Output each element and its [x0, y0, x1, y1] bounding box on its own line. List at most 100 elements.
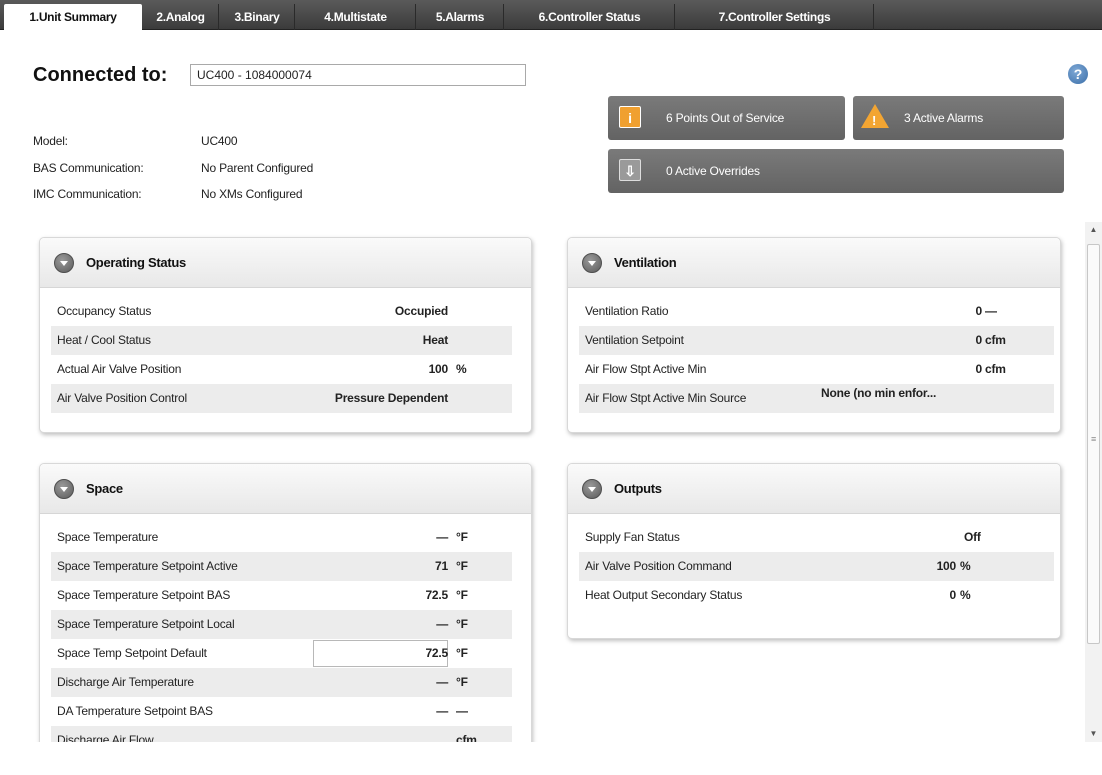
panel-row: Space Temp Setpoint Default 72.5 °F [51, 639, 512, 668]
row-label: Space Temperature Setpoint Active [57, 559, 238, 573]
tab-analog[interactable]: 2.Analog [143, 4, 219, 30]
row-value: 0 [975, 333, 983, 347]
panel-row: Space Temperature Setpoint Active 71 °F [51, 552, 512, 581]
tab-bar: 1.Unit Summary 2.Analog 3.Binary 4.Multi… [0, 0, 1102, 30]
row-value: Off [964, 530, 981, 544]
outputs-panel: Outputs Supply Fan Status Off Air Valve … [567, 463, 1061, 639]
active-overrides-button[interactable]: ⇩ 0 Active Overrides [608, 149, 1064, 193]
tab-controller-settings[interactable]: 7.Controller Settings [676, 4, 874, 30]
panel-row: Heat Output Secondary Status 0 % [579, 581, 1054, 610]
panel-row: Occupancy Status Occupied [51, 297, 512, 326]
active-alarms-button[interactable]: ! 3 Active Alarms [853, 96, 1064, 140]
panel-row: Air Valve Position Control Pressure Depe… [51, 384, 512, 413]
row-value: Pressure Dependent [334, 391, 448, 405]
row-label: Actual Air Valve Position [57, 362, 182, 376]
operating-status-title: Operating Status [86, 255, 186, 270]
vertical-scrollbar[interactable]: ▲ ≡ ▼ [1085, 222, 1102, 742]
model-value: UC400 [201, 134, 238, 148]
row-label: Air Valve Position Control [57, 391, 187, 405]
row-unit: cfm [985, 333, 1006, 347]
space-title: Space [86, 481, 123, 496]
row-unit: % [960, 559, 971, 573]
tab-controller-status[interactable]: 6.Controller Status [505, 4, 675, 30]
row-label: Air Valve Position Command [585, 559, 732, 573]
scroll-up-arrow-icon[interactable]: ▲ [1085, 222, 1102, 238]
info-icon: i [619, 106, 641, 128]
outputs-title: Outputs [614, 481, 662, 496]
bas-communication-label: BAS Communication: [33, 161, 144, 175]
row-label: Space Temperature Setpoint Local [57, 617, 235, 631]
scrollbar-thumb[interactable]: ≡ [1087, 244, 1100, 644]
ventilation-title: Ventilation [614, 255, 677, 270]
row-value: 0 [975, 362, 983, 376]
panel-row: Space Temperature — °F [51, 523, 512, 552]
row-value: Occupied [394, 304, 448, 318]
row-value: Heat [422, 333, 448, 347]
row-unit: °F [456, 675, 468, 689]
space-header[interactable]: Space [40, 464, 531, 514]
row-unit: % [456, 362, 467, 376]
row-value: — [436, 704, 448, 718]
tab-binary[interactable]: 3.Binary [220, 4, 295, 30]
panel-row: DA Temperature Setpoint BAS — — [51, 697, 512, 726]
points-out-of-service-button[interactable]: i 6 Points Out of Service [608, 96, 845, 140]
panel-row: Air Flow Stpt Active Min Source None (no… [579, 384, 1054, 413]
scroll-down-arrow-icon[interactable]: ▼ [1085, 726, 1102, 742]
operating-status-panel: Operating Status Occupancy Status Occupi… [39, 237, 532, 433]
collapse-icon[interactable] [54, 253, 74, 273]
row-value: 100 [936, 559, 957, 573]
connected-to-label: Connected to: [33, 64, 168, 86]
grip-icon: ≡ [1091, 434, 1097, 444]
outputs-header[interactable]: Outputs [568, 464, 1060, 514]
row-value: 72.5 [425, 646, 448, 660]
row-unit: — [985, 304, 997, 318]
panel-row: Actual Air Valve Position 100 % [51, 355, 512, 384]
row-value: — [436, 530, 448, 544]
row-value: 0 [949, 588, 957, 602]
row-value: 0 [975, 304, 983, 318]
panel-row: Space Temperature Setpoint BAS 72.5 °F [51, 581, 512, 610]
collapse-icon[interactable] [54, 479, 74, 499]
panel-row: Heat / Cool Status Heat [51, 326, 512, 355]
row-label: Air Flow Stpt Active Min Source [585, 391, 747, 405]
connected-to-field[interactable] [190, 64, 526, 86]
row-unit: cfm [985, 362, 1006, 376]
panel-row: Air Flow Stpt Active Min 0 cfm [579, 355, 1054, 384]
row-label: Space Temp Setpoint Default [57, 646, 207, 660]
row-label: Space Temperature Setpoint BAS [57, 588, 231, 602]
panels-scroll-area[interactable]: Operating Status Occupancy Status Occupi… [0, 222, 1085, 742]
row-unit: °F [456, 646, 468, 660]
row-label: Air Flow Stpt Active Min [585, 362, 707, 376]
panel-row: Ventilation Setpoint 0 cfm [579, 326, 1054, 355]
ventilation-header[interactable]: Ventilation [568, 238, 1060, 288]
help-icon[interactable]: ? [1068, 64, 1088, 84]
panel-row: Discharge Air Flow cfm [51, 726, 512, 742]
row-value: — [436, 617, 448, 631]
row-unit: — [456, 704, 468, 718]
tab-unit-summary[interactable]: 1.Unit Summary [4, 4, 142, 30]
operating-status-header[interactable]: Operating Status [40, 238, 531, 288]
panel-row: Space Temperature Setpoint Local — °F [51, 610, 512, 639]
row-value: 100 [428, 362, 449, 376]
model-label: Model: [33, 134, 68, 148]
row-value: — [436, 675, 448, 689]
active-overrides-label: 0 Active Overrides [666, 164, 760, 178]
row-unit: °F [456, 588, 468, 602]
row-value: 71 [435, 559, 448, 573]
collapse-icon[interactable] [582, 253, 602, 273]
active-alarms-label: 3 Active Alarms [904, 111, 984, 125]
collapse-icon[interactable] [582, 479, 602, 499]
ventilation-panel: Ventilation Ventilation Ratio 0 — Ventil… [567, 237, 1061, 433]
tab-multistate[interactable]: 4.Multistate [296, 4, 416, 30]
imc-communication-value: No XMs Configured [201, 187, 303, 201]
row-label: DA Temperature Setpoint BAS [57, 704, 213, 718]
row-label: Space Temperature [57, 530, 159, 544]
row-label: Supply Fan Status [585, 530, 680, 544]
imc-communication-label: IMC Communication: [33, 187, 142, 201]
tab-alarms[interactable]: 5.Alarms [417, 4, 504, 30]
space-panel: Space Space Temperature — °F Space Tempe… [39, 463, 532, 742]
row-label: Ventilation Ratio [585, 304, 669, 318]
panel-row: Ventilation Ratio 0 — [579, 297, 1054, 326]
points-out-of-service-label: 6 Points Out of Service [666, 111, 785, 125]
panel-row: Discharge Air Temperature — °F [51, 668, 512, 697]
